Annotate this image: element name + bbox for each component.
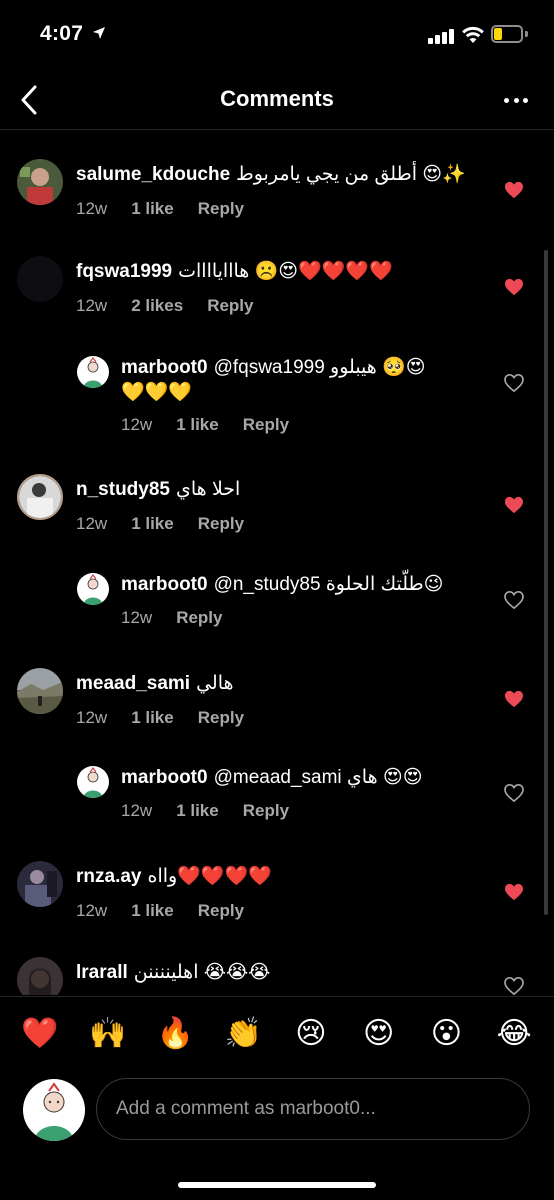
comment-likes[interactable]: 1 like <box>176 415 219 435</box>
reaction-heart-eyes[interactable]: 😍 <box>354 1009 404 1059</box>
like-heart-icon[interactable] <box>504 278 524 296</box>
like-heart-icon[interactable] <box>504 977 524 995</box>
reply-button[interactable]: Reply <box>176 608 222 628</box>
comment-input[interactable] <box>96 1078 530 1140</box>
comment-text: هالي <box>196 673 234 694</box>
comment-time: 12w <box>76 708 108 727</box>
comment-likes[interactable]: 1 like <box>131 708 174 728</box>
more-options-button[interactable] <box>504 88 528 112</box>
reply-button[interactable]: Reply <box>198 199 244 219</box>
comment-emoji: 🥺😍 <box>382 356 426 378</box>
scrollbar[interactable] <box>544 250 548 915</box>
wifi-icon <box>462 26 484 43</box>
like-heart-icon[interactable] <box>504 690 524 708</box>
avatar[interactable] <box>17 474 63 520</box>
comment-text: احلا هاي <box>175 479 241 500</box>
comment-username[interactable]: lrarall <box>76 962 128 983</box>
comment-text: @n_study85 طلّتك الحلوة <box>213 574 424 595</box>
comment-text: وااه <box>147 866 178 887</box>
comment-time: 12w <box>76 901 108 920</box>
comment-list[interactable]: salume_kdouche أطلق من يجي يامربوط 😍✨ 12w… <box>0 131 554 995</box>
like-heart-icon[interactable] <box>504 181 524 199</box>
avatar[interactable] <box>77 356 109 388</box>
comment-text: @meaad_sami هاي <box>213 767 378 788</box>
comment-emoji: 😍😍 <box>382 766 423 788</box>
reaction-clap[interactable]: 👏 <box>218 1009 268 1059</box>
location-arrow-icon <box>93 27 105 39</box>
battery-icon <box>491 25 523 43</box>
comment-likes[interactable]: 1 like <box>176 801 219 821</box>
avatar[interactable] <box>17 256 63 302</box>
reaction-surprised[interactable]: 😮 <box>421 1009 471 1059</box>
like-heart-icon[interactable] <box>504 496 524 514</box>
comment-username[interactable]: meaad_sami <box>76 673 190 694</box>
reaction-heart[interactable]: ❤️ <box>15 1009 65 1059</box>
comment-username[interactable]: salume_kdouche <box>76 164 230 185</box>
reply-button[interactable]: Reply <box>243 801 289 821</box>
quick-reaction-bar: ❤️ 🙌 🔥 👏 😢 😍 😮 😂 <box>0 996 554 1070</box>
nav-bar: Comments <box>0 70 554 130</box>
status-time: 4:07 <box>40 22 84 45</box>
comment-time: 12w <box>121 608 153 627</box>
like-heart-icon[interactable] <box>504 374 524 392</box>
comment-emoji-line: 💛💛💛 <box>121 381 192 403</box>
reaction-laughing[interactable]: 😂 <box>489 1009 539 1059</box>
status-bar: 4:07 <box>0 0 554 70</box>
comment-username[interactable]: marboot0 <box>121 357 208 378</box>
reaction-fire[interactable]: 🔥 <box>150 1009 200 1059</box>
comment-username[interactable]: marboot0 <box>121 767 208 788</box>
reaction-crying[interactable]: 😢 <box>286 1009 336 1059</box>
reply-button[interactable]: Reply <box>198 708 244 728</box>
like-heart-icon[interactable] <box>504 591 524 609</box>
avatar[interactable] <box>77 573 109 605</box>
current-user-avatar <box>23 1079 85 1141</box>
reply-button[interactable]: Reply <box>207 296 253 316</box>
comment-emoji: 😉 <box>423 573 444 595</box>
comment-username[interactable]: fqswa1999 <box>76 261 172 282</box>
comment-composer <box>0 1070 554 1150</box>
reply-button[interactable]: Reply <box>198 514 244 534</box>
like-heart-icon[interactable] <box>504 883 524 901</box>
cellular-signal-icon <box>428 28 456 44</box>
comment-text: هاااياااات <box>178 261 250 282</box>
reply-button[interactable]: Reply <box>243 415 289 435</box>
reply-button[interactable]: Reply <box>198 901 244 921</box>
comment-likes[interactable]: 2 likes <box>131 296 183 316</box>
comment-username[interactable]: rnza.ay <box>76 866 141 887</box>
comment-time: 12w <box>76 514 108 533</box>
page-title: Comments <box>220 86 334 111</box>
comment-username[interactable]: marboot0 <box>121 574 208 595</box>
home-indicator <box>178 1182 376 1188</box>
comment-likes[interactable]: 1 like <box>131 199 174 219</box>
comment-text: @fqswa1999 هيبلوو <box>213 357 377 378</box>
like-heart-icon[interactable] <box>504 784 524 802</box>
comment-time: 12w <box>121 415 153 434</box>
avatar[interactable] <box>17 159 63 205</box>
comment-time: 12w <box>121 801 153 820</box>
avatar[interactable] <box>17 861 63 907</box>
reaction-raised-hands[interactable]: 🙌 <box>83 1009 133 1059</box>
avatar[interactable] <box>17 668 63 714</box>
comment-time: 12w <box>76 296 108 315</box>
avatar[interactable] <box>77 766 109 798</box>
comment-username[interactable]: n_study85 <box>76 479 170 500</box>
comment-emoji: 😍✨ <box>422 163 466 185</box>
comment-likes[interactable]: 1 like <box>131 514 174 534</box>
comment-text: اهليننننن <box>133 962 199 983</box>
more-dots-icon <box>504 97 509 103</box>
comment-emoji: ☹️😍❤️❤️❤️❤️ <box>254 260 393 282</box>
comment-text: أطلق من يجي يامربوط <box>236 164 417 185</box>
avatar[interactable] <box>17 957 63 995</box>
comment-emoji: ❤️❤️❤️❤️ <box>177 865 272 887</box>
comment-time: 12w <box>76 199 108 218</box>
comment-emoji: 😭😭😭 <box>203 961 271 983</box>
comment-likes[interactable]: 1 like <box>131 901 174 921</box>
